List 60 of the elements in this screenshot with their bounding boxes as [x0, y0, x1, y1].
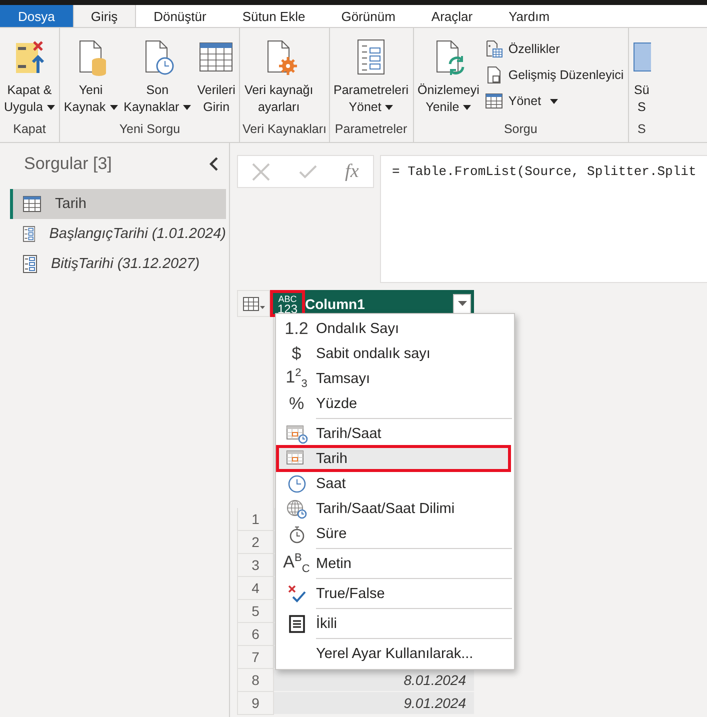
collapse-icon[interactable]	[209, 157, 219, 171]
ribbon-button[interactable]: Parametreleri Yönet	[332, 32, 411, 120]
ribbon-button[interactable]: Gelişmiş Düzenleyici	[483, 64, 626, 86]
group-label: Yeni Sorgu	[118, 121, 182, 138]
ribbon-button[interactable]: Yeni Kaynak	[62, 32, 120, 120]
query-item[interactable]: Tarih	[10, 189, 226, 219]
menu-item[interactable]: Süre	[277, 521, 510, 546]
menu-item[interactable]: $ Sabit ondalık sayı	[277, 341, 510, 366]
table-icon	[485, 92, 504, 110]
check-icon[interactable]	[298, 164, 317, 178]
document-icon	[485, 66, 504, 84]
menu-item[interactable]: Tarih	[277, 446, 510, 471]
ribbon-button[interactable]: Kapat & Uygula	[2, 32, 57, 120]
table-icon	[23, 196, 41, 212]
filter-button[interactable]	[453, 294, 471, 314]
menu-item[interactable]: Saat	[277, 471, 510, 496]
ribbon-button[interactable]: Yönet	[483, 90, 626, 112]
menu-item[interactable]: İkili	[277, 611, 510, 636]
ribbon-button[interactable]: Sü S	[630, 32, 653, 120]
group-label: Sorgu	[502, 121, 538, 138]
fx-button[interactable]: fx	[345, 160, 359, 182]
table-menu-button[interactable]	[237, 290, 270, 317]
menu-item[interactable]: % Yüzde	[277, 391, 510, 416]
group-label: Veri Kaynakları	[242, 121, 327, 138]
type-glyph: 1.2	[284, 318, 308, 338]
ribbon-button[interactable]: Özellikler	[483, 38, 626, 60]
group-label: S	[636, 121, 647, 138]
properties-icon	[485, 40, 504, 58]
ribbon-button[interactable]: Verileri Girin	[195, 32, 238, 120]
query-item[interactable]: BaşlangıçTarihi (1.01.2024)	[10, 219, 226, 249]
table-cell: 9.01.2024	[274, 692, 474, 715]
parameter-icon	[23, 225, 36, 243]
calendar-clock-icon	[286, 424, 308, 444]
menu-item[interactable]: Tarih/Saat	[277, 421, 510, 446]
caret-icon	[458, 301, 466, 306]
menu-item[interactable]: 1.2 Ondalık Sayı	[277, 316, 510, 341]
ribbon-button[interactable]: Son Kaynaklar	[122, 32, 194, 120]
menu-item[interactable]: 1$^{2}$$_{3}$ Tamsayı	[277, 366, 510, 391]
column-name: Column1	[305, 296, 365, 312]
formula-field[interactable]: = Table.FromList(Source, Splitter.Split	[380, 155, 707, 283]
file-tab[interactable]: Dosya	[0, 5, 73, 27]
menu-item[interactable]: Yerel Ayar Kullanılarak...	[277, 641, 510, 666]
type-glyph: $	[292, 344, 302, 364]
parameter-icon	[23, 255, 37, 273]
group-label: Kapat	[12, 121, 47, 138]
table-icon	[242, 296, 264, 310]
table-cell: 8.01.2024	[274, 669, 474, 692]
ribbon-tab[interactable]: Giriş	[72, 5, 136, 27]
ribbon-button[interactable]: Veri kaynağı ayarları	[242, 32, 316, 120]
clock-icon	[286, 474, 308, 494]
menu-item[interactable]: Tarih/Saat/Saat Dilimi	[277, 496, 510, 521]
globe-clock-icon	[286, 498, 308, 518]
menu-item[interactable]: True/False	[277, 581, 510, 606]
ribbon-button[interactable]: Önizlemeyi Yenile	[416, 32, 482, 120]
group-label: Parametreler	[334, 121, 408, 138]
panel-title: Sorgular [3]	[24, 154, 112, 174]
query-item[interactable]: BitişTarihi (31.12.2027)	[10, 249, 226, 279]
type-glyph: %	[288, 394, 304, 414]
menu-item[interactable]: A$^{B}$$_{C}$ Metin	[277, 551, 510, 576]
cross-check-icon	[286, 584, 308, 604]
